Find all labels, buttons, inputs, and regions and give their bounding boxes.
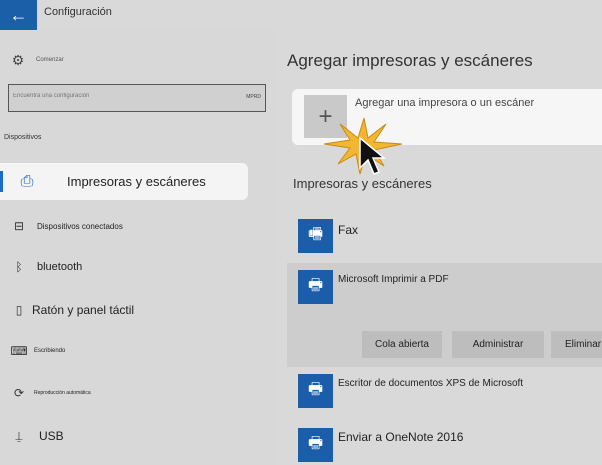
printer-icon: ⎙: [20, 172, 34, 190]
sidebar-item-label: bluetooth: [37, 261, 83, 273]
printer-name: Microsoft Imprimir a PDF: [338, 274, 449, 285]
sidebar-item-label: Dispositivos conectados: [37, 221, 123, 231]
usb-icon: ⍊: [15, 428, 23, 443]
nav-home-label: Comenzar: [36, 57, 64, 63]
pdf-printer-icon: 🖶: [298, 270, 333, 304]
sidebar-item-typing[interactable]: ⌨ Escribiendo: [0, 341, 248, 361]
nav-home[interactable]: ⚙ Comenzar: [10, 52, 64, 68]
back-button[interactable]: ←: [0, 0, 37, 30]
sidebar-item-connected-devices[interactable]: ⊟ Dispositivos conectados: [0, 216, 248, 236]
printer-name: Escritor de documentos XPS de Microsoft: [338, 378, 524, 389]
printer-item-pdf[interactable]: 🖶 Microsoft Imprimir a PDF: [298, 270, 588, 306]
click-burst-icon: [323, 117, 403, 175]
printer-item-xps[interactable]: 🖶 Escritor de documentos XPS de Microsof…: [298, 374, 588, 410]
printer-name: Enviar a OneNote 2016: [338, 430, 464, 444]
sidebar-item-usb[interactable]: ⍊ USB: [0, 426, 248, 446]
search-box[interactable]: MPRD: [8, 84, 266, 112]
sidebar-item-bluetooth[interactable]: ᛒ bluetooth: [0, 257, 248, 277]
printer-item-fax[interactable]: 🖷 Fax: [298, 219, 588, 255]
sidebar: ⚙ Comenzar MPRD Dispositivos ⎙ Impresora…: [0, 30, 275, 465]
remove-button[interactable]: Eliminar: [551, 331, 602, 358]
search-input[interactable]: [13, 93, 213, 99]
xps-printer-icon: 🖶: [298, 374, 333, 408]
add-printer-label: Agregar una impresora o un escáner: [355, 97, 535, 109]
sidebar-item-mouse[interactable]: ▯ Ratón y panel táctil: [0, 300, 248, 320]
sidebar-item-label: Ratón y panel táctil: [32, 303, 135, 317]
manage-button[interactable]: Administrar: [452, 331, 544, 358]
mouse-icon: ▯: [15, 303, 23, 317]
autoplay-icon: ⟳: [13, 386, 25, 400]
onenote-printer-icon: 🖶: [298, 428, 333, 462]
sidebar-item-label: Reproducción automática: [34, 390, 91, 396]
app-title: Configuración: [44, 6, 112, 18]
gear-icon: ⚙: [11, 51, 25, 68]
search-button[interactable]: MPRD: [246, 94, 261, 100]
section-label-devices: Dispositivos: [4, 134, 42, 141]
bluetooth-icon: ᛒ: [15, 260, 23, 274]
sidebar-item-printers[interactable]: ⎙ Impresoras y escáneres: [0, 163, 248, 200]
main-content: Agregar impresoras y escáneres + Agregar…: [275, 0, 602, 465]
printers-list-title: Impresoras y escáneres: [293, 176, 432, 191]
active-indicator: [0, 171, 3, 192]
keyboard-icon: ⌨: [10, 344, 28, 358]
printer-name: Fax: [338, 223, 359, 237]
page-title: Agregar impresoras y escáneres: [287, 51, 533, 70]
sidebar-item-label: USB: [39, 429, 64, 443]
printer-item-onenote[interactable]: 🖶 Enviar a OneNote 2016: [298, 428, 588, 462]
arrow-left-icon: ←: [9, 4, 28, 25]
fax-icon: 🖷: [298, 219, 333, 253]
sidebar-item-label: Impresoras y escáneres: [67, 174, 206, 189]
devices-icon: ⊟: [13, 219, 25, 233]
sidebar-item-autoplay[interactable]: ⟳ Reproducción automática: [0, 383, 248, 403]
open-queue-button[interactable]: Cola abierta: [362, 331, 442, 358]
sidebar-item-label: Escribiendo: [34, 348, 66, 354]
